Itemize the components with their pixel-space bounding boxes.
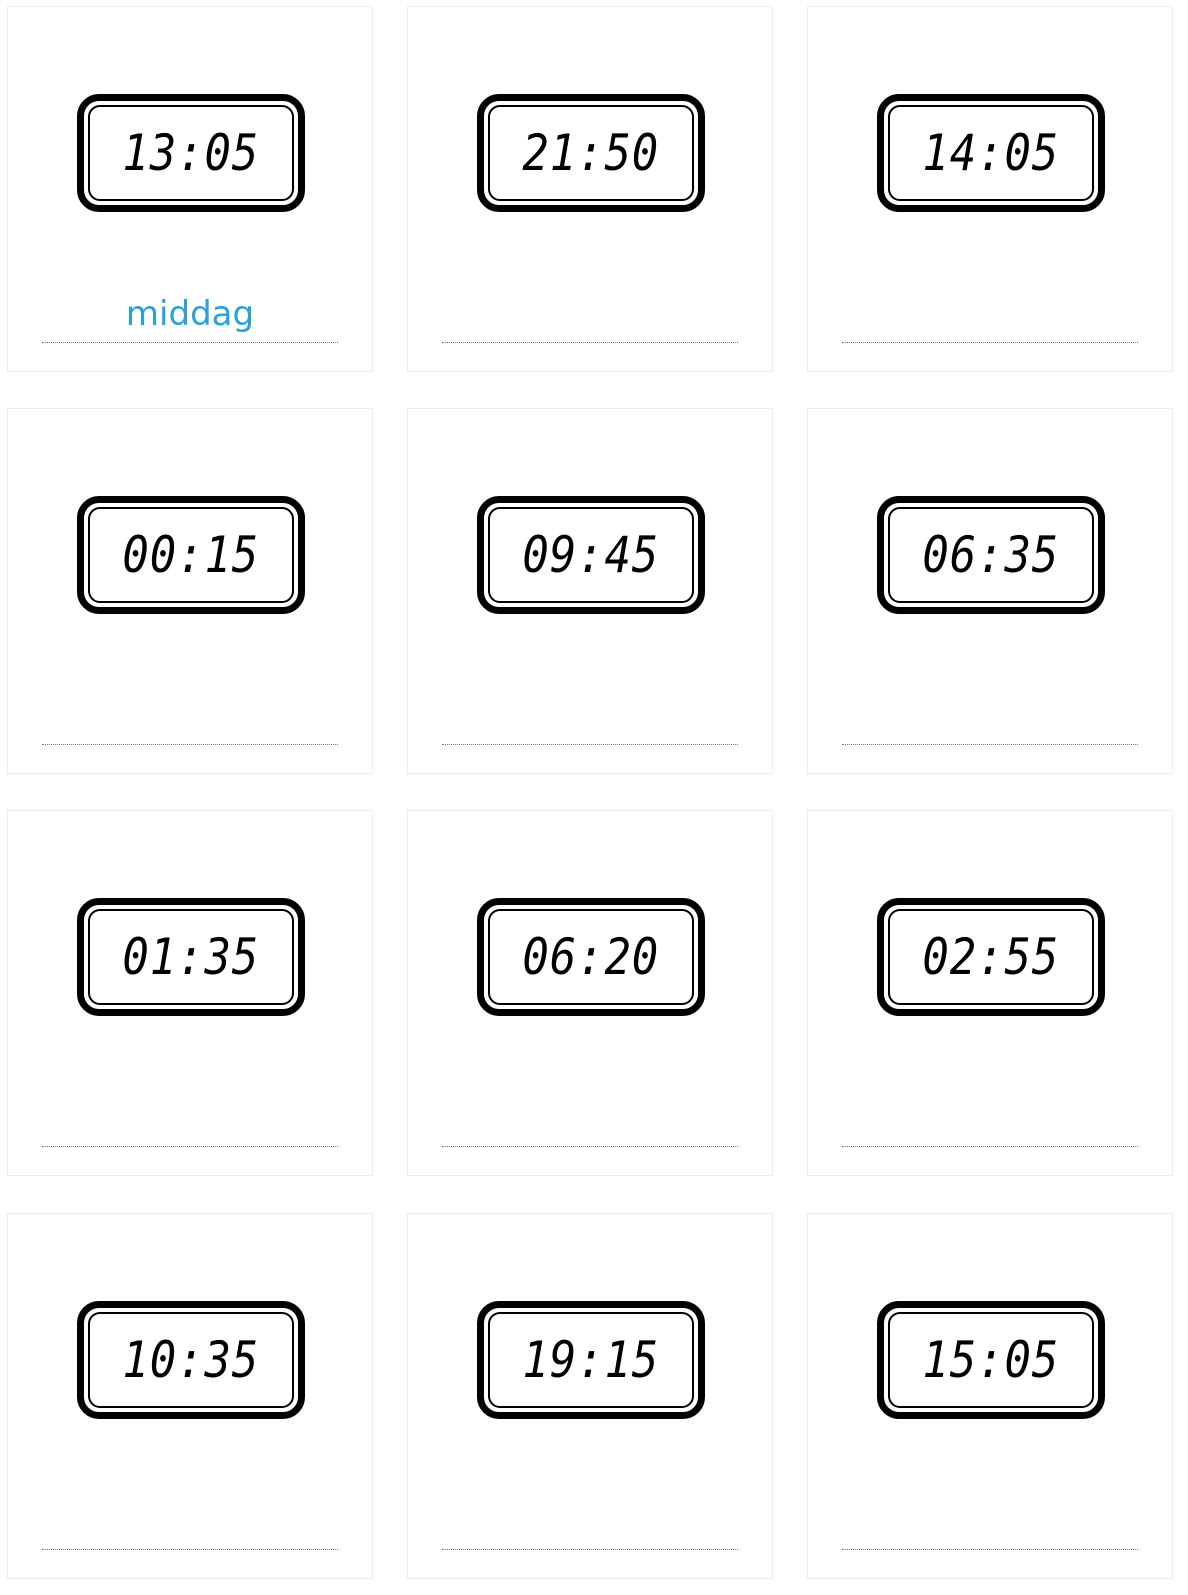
answer-line [842, 744, 1138, 745]
digital-clock-icon: 14:05 [877, 94, 1105, 212]
answer-line [442, 342, 738, 343]
clock-card: 06:35 [807, 408, 1173, 774]
clock-time: 10:35 [122, 1331, 260, 1389]
clock-card: 13:05 middag [7, 6, 373, 372]
clock-time: 06:20 [522, 928, 660, 986]
clock-time: 02:55 [922, 928, 1060, 986]
digital-clock-icon: 02:55 [877, 898, 1105, 1016]
answer-line [442, 1146, 738, 1147]
clock-card: 10:35 [7, 1213, 373, 1579]
digital-clock-icon: 06:20 [477, 898, 705, 1016]
clock-card: 21:50 [407, 6, 773, 372]
digital-clock-icon: 00:15 [77, 496, 305, 614]
clock-card: 19:15 [407, 1213, 773, 1579]
digital-clock-icon: 13:05 [77, 94, 305, 212]
answer-line [42, 1146, 338, 1147]
clock-time: 09:45 [522, 526, 660, 584]
clock-card: 02:55 [807, 810, 1173, 1176]
clock-time: 14:05 [922, 124, 1060, 182]
answer-line [842, 1146, 1138, 1147]
clock-card: 15:05 [807, 1213, 1173, 1579]
digital-clock-icon: 10:35 [77, 1301, 305, 1419]
clock-time: 19:15 [522, 1331, 660, 1389]
clock-card: 06:20 [407, 810, 773, 1176]
answer-line [442, 1549, 738, 1550]
clock-time: 21:50 [522, 124, 660, 182]
digital-clock-icon: 09:45 [477, 496, 705, 614]
answer-line [442, 744, 738, 745]
digital-clock-icon: 06:35 [877, 496, 1105, 614]
clock-time: 13:05 [122, 124, 260, 182]
answer-line [842, 1549, 1138, 1550]
answer-line [42, 1549, 338, 1550]
clock-time: 15:05 [922, 1331, 1060, 1389]
answer-text: middag [125, 294, 255, 334]
answer-line [42, 744, 338, 745]
clock-time: 06:35 [922, 526, 1060, 584]
digital-clock-icon: 01:35 [77, 898, 305, 1016]
answer-line [842, 342, 1138, 343]
digital-clock-icon: 19:15 [477, 1301, 705, 1419]
clock-card: 09:45 [407, 408, 773, 774]
clock-time: 01:35 [122, 928, 260, 986]
worksheet-grid: 13:05 middag 21:50 14:05 00:15 09:45 06:… [0, 0, 1188, 1595]
answer-line [42, 342, 338, 343]
clock-time: 00:15 [122, 526, 260, 584]
digital-clock-icon: 21:50 [477, 94, 705, 212]
clock-card: 01:35 [7, 810, 373, 1176]
clock-card: 00:15 [7, 408, 373, 774]
digital-clock-icon: 15:05 [877, 1301, 1105, 1419]
clock-card: 14:05 [807, 6, 1173, 372]
